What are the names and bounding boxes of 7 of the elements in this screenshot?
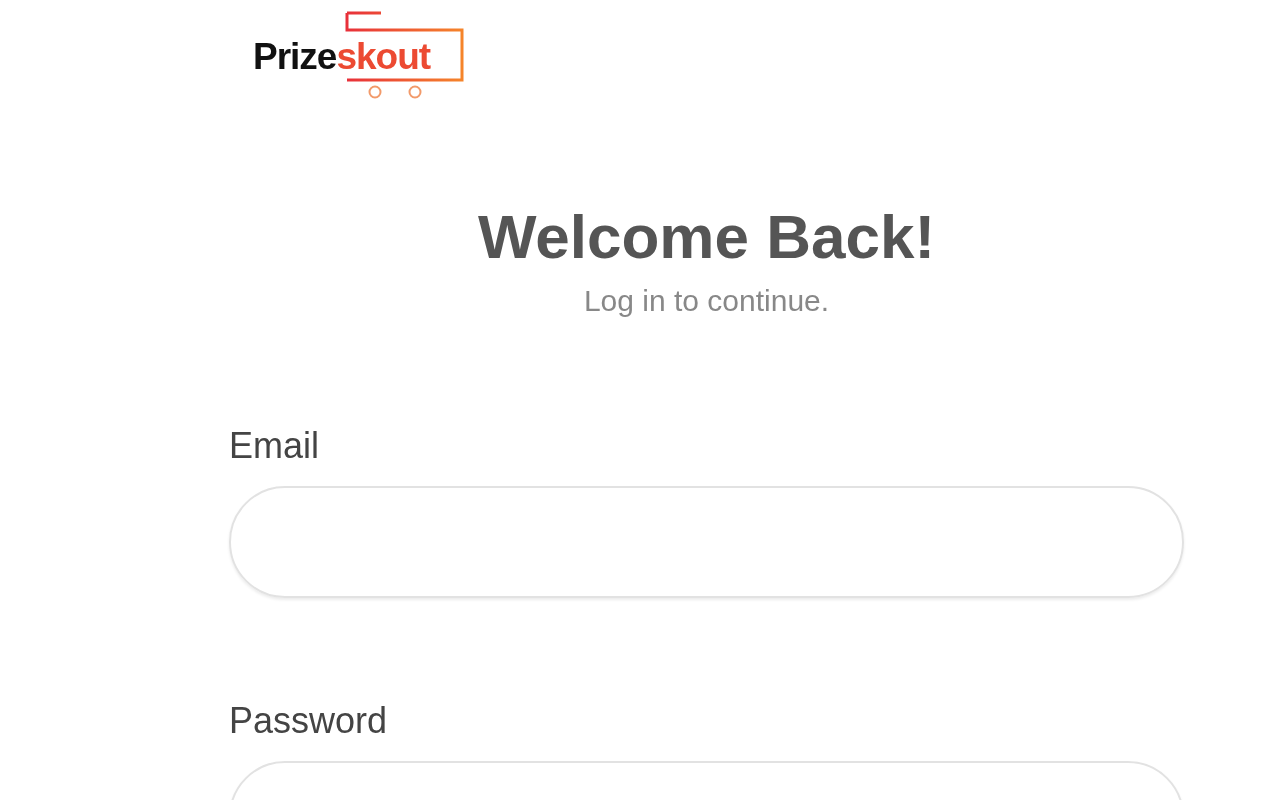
input-field[interactable] bbox=[229, 485, 1184, 598]
logo-text: skout bbox=[336, 38, 431, 75]
field-label: Password bbox=[229, 698, 389, 743]
logo-text: Prize bbox=[253, 38, 337, 75]
field-label: Email bbox=[229, 423, 321, 468]
subtitle: Log in to continue. bbox=[583, 282, 830, 319]
page-heading: Welcome Back! bbox=[477, 201, 936, 273]
